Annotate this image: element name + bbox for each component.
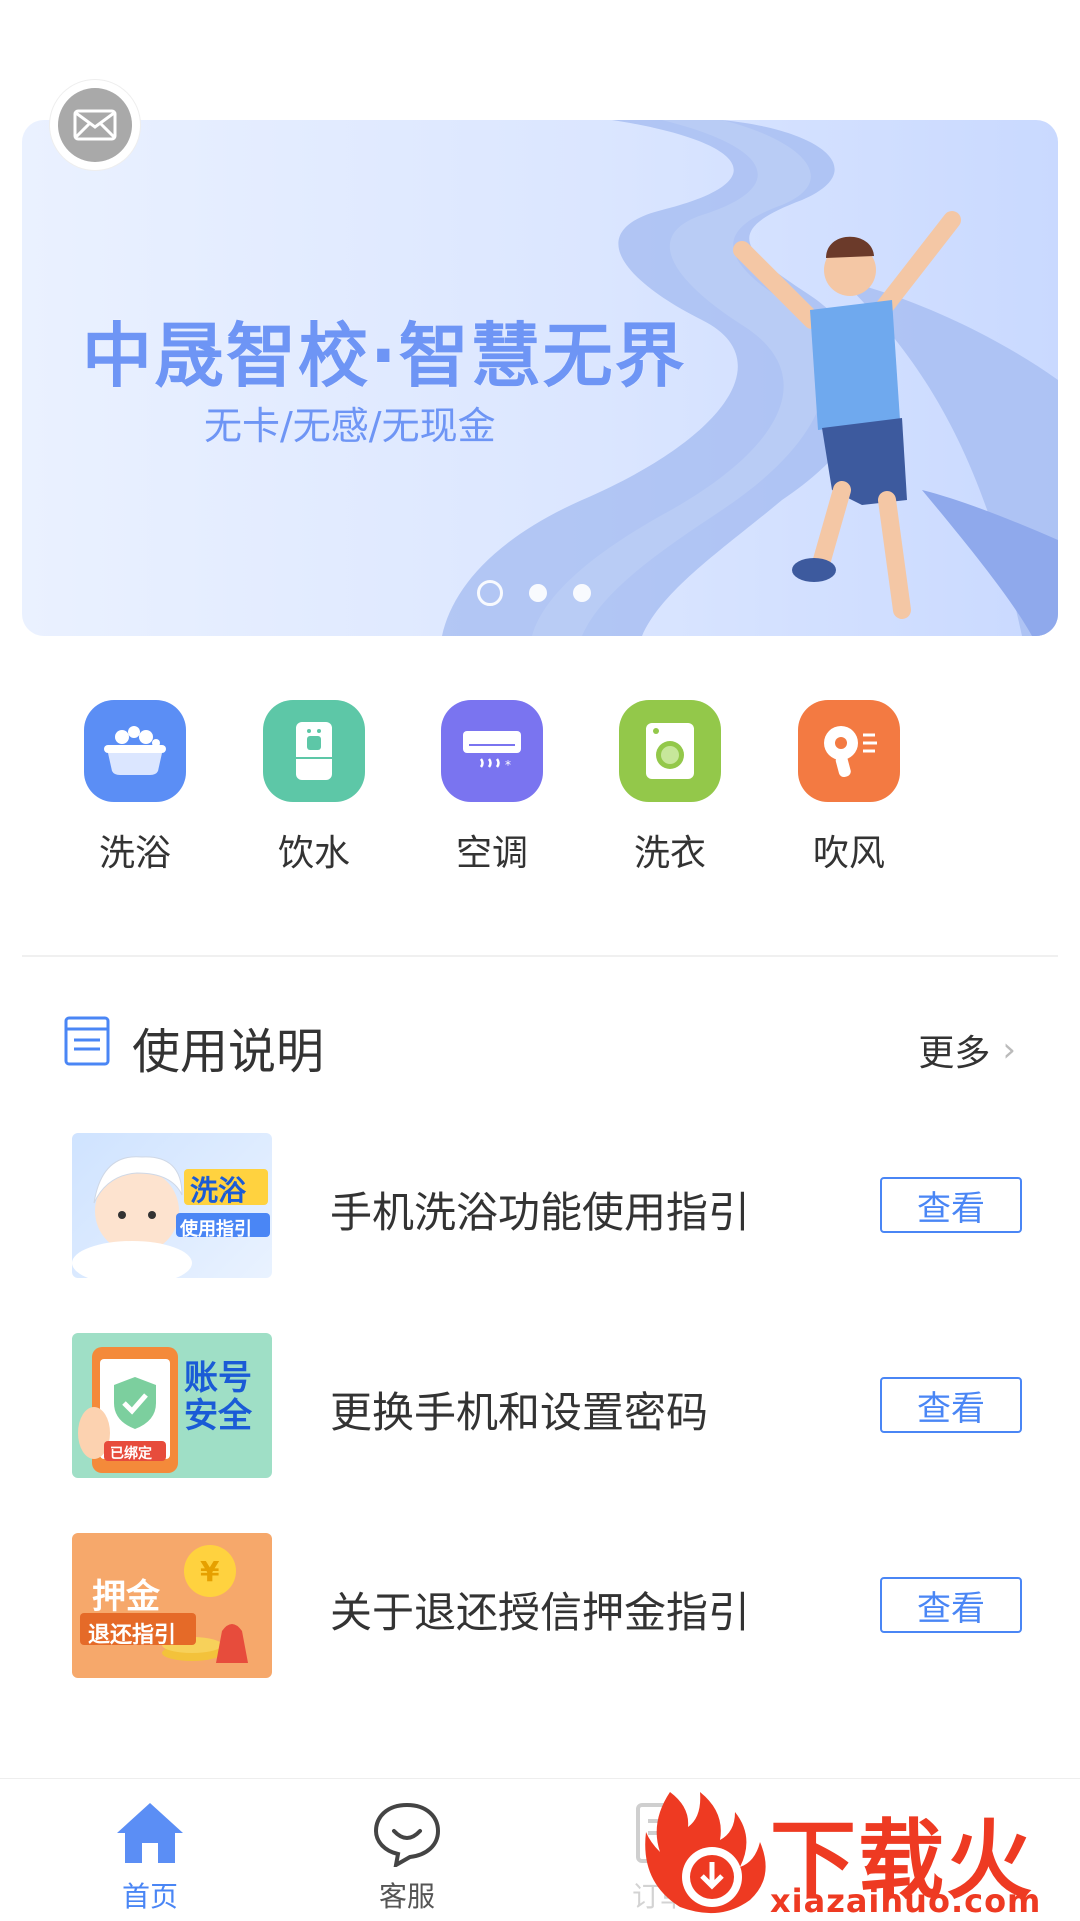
- view-button[interactable]: 查看: [880, 1577, 1022, 1633]
- carousel-dot[interactable]: [529, 584, 547, 602]
- chat-icon: [337, 1799, 477, 1871]
- tab-home[interactable]: 首页: [80, 1799, 220, 1915]
- tab-label: 首页: [121, 1880, 178, 1913]
- service-bath[interactable]: 洗浴: [65, 700, 205, 876]
- more-label: 更多: [918, 1033, 991, 1074]
- more-link[interactable]: 更多 ›: [918, 1024, 1016, 1076]
- document-icon: [64, 1016, 110, 1070]
- home-icon: [80, 1799, 220, 1871]
- banner-carousel[interactable]: 中晟智校·智慧无界 无卡/无感/无现金: [22, 120, 1058, 636]
- thumbnail-caption: 洗浴: [190, 1174, 247, 1207]
- mail-icon: [58, 88, 132, 162]
- guide-thumbnail: 洗浴 使用指引: [72, 1133, 272, 1278]
- service-water[interactable]: 饮水: [244, 700, 384, 876]
- banner-title: 中晟智校·智慧无界: [82, 315, 687, 397]
- guide-thumbnail: 账号 安全 已绑定: [72, 1333, 272, 1478]
- thumbnail-caption-line: 账号: [184, 1358, 252, 1398]
- guide-title: 更换手机和设置密码: [330, 1388, 709, 1437]
- thumbnail-caption: 已绑定: [110, 1446, 152, 1462]
- guide-title: 手机洗浴功能使用指引: [330, 1188, 751, 1237]
- view-button[interactable]: 查看: [880, 1177, 1022, 1233]
- watermark: 下载火 xiazaihuo.com: [640, 1782, 1070, 1920]
- service-aircon[interactable]: * 空调: [422, 700, 562, 876]
- message-button[interactable]: [50, 80, 140, 170]
- guide-title: 关于退还授信押金指引: [330, 1588, 751, 1637]
- air-conditioner-icon: *: [441, 700, 543, 802]
- washing-machine-icon: [619, 700, 721, 802]
- flame-logo-icon: [645, 1792, 766, 1914]
- thumbnail-caption: 使用指引: [180, 1219, 252, 1240]
- service-laundry[interactable]: 洗衣: [600, 700, 740, 876]
- service-label: 洗衣: [633, 833, 706, 874]
- carousel-dot[interactable]: [477, 580, 503, 606]
- chevron-right-icon: ›: [1002, 1030, 1016, 1070]
- service-hairdryer[interactable]: 吹风: [779, 700, 919, 876]
- guide-thumbnail: ¥ 押金 退还指引: [72, 1533, 272, 1678]
- bath-icon: [84, 700, 186, 802]
- guide-item[interactable]: 账号 安全 已绑定 更换手机和设置密码 查看: [72, 1333, 1022, 1478]
- guide-item[interactable]: 洗浴 使用指引 手机洗浴功能使用指引 查看: [72, 1133, 1022, 1278]
- service-label: 洗浴: [98, 833, 171, 874]
- section-divider: [22, 955, 1058, 957]
- section-title: 使用说明: [132, 1024, 325, 1080]
- carousel-dot[interactable]: [573, 584, 591, 602]
- view-button[interactable]: 查看: [880, 1377, 1022, 1433]
- svg-text:*: *: [505, 758, 511, 772]
- carousel-indicator: [477, 580, 591, 606]
- watermark-url: xiazaihuo.com: [770, 1882, 1042, 1920]
- thumbnail-caption: 账号 安全: [184, 1359, 252, 1435]
- thumbnail-caption: 退还指引: [88, 1623, 177, 1648]
- instructions-header: 使用说明 更多 ›: [64, 1010, 1024, 1080]
- service-label: 空调: [455, 833, 528, 874]
- banner-subtitle: 无卡/无感/无现金: [204, 404, 496, 448]
- tab-label: 客服: [378, 1880, 435, 1913]
- service-grid: 洗浴 饮水 * 空调 洗衣 吹风: [0, 700, 1080, 874]
- svg-text:¥: ¥: [200, 1555, 220, 1588]
- water-dispenser-icon: [263, 700, 365, 802]
- hair-dryer-icon: [798, 700, 900, 802]
- guide-item[interactable]: ¥ 押金 退还指引 关于退还授信押金指引 查看: [72, 1533, 1022, 1678]
- service-label: 吹风: [812, 833, 885, 874]
- thumbnail-caption: 押金: [92, 1577, 160, 1617]
- tab-customer-service[interactable]: 客服: [337, 1799, 477, 1915]
- thumbnail-caption-line: 安全: [184, 1396, 252, 1436]
- service-label: 饮水: [277, 833, 350, 874]
